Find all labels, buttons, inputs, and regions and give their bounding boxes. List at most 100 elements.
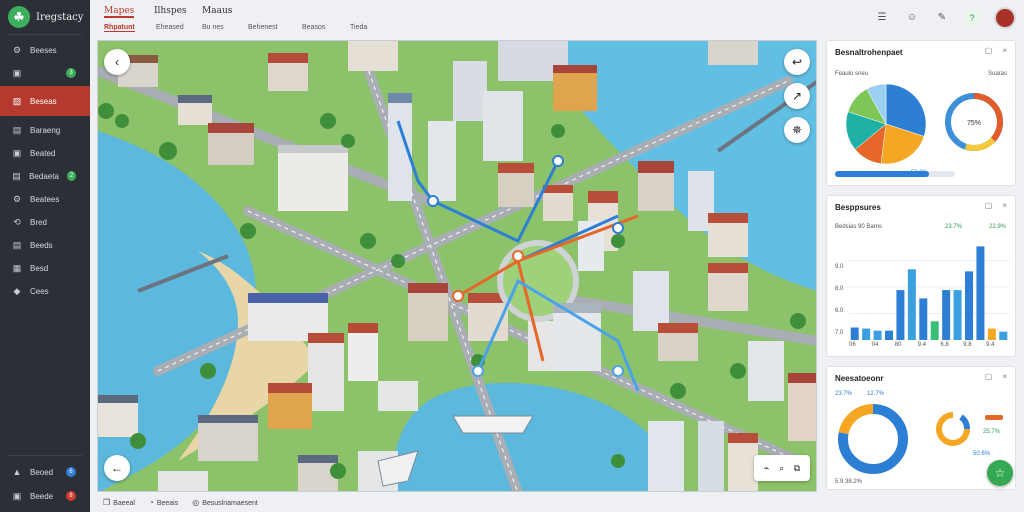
cart-icon[interactable]: ☰: [874, 10, 890, 26]
legend-label: Suaras: [987, 71, 1007, 77]
sidebar-bottom-item-0[interactable]: ▲ Beoed 6: [0, 462, 90, 482]
tab-ilhspes[interactable]: Ilhspes: [154, 6, 187, 16]
bar: [862, 328, 871, 340]
avatar[interactable]: [994, 7, 1016, 29]
bar: [930, 321, 939, 340]
panel-title: Neesatoeonr: [835, 374, 884, 383]
map-tools: ⌁ ⌕ ⧉: [754, 455, 810, 481]
fab-star-icon[interactable]: ☆: [987, 460, 1013, 486]
sidebar-item-7[interactable]: ⟲ Bred: [0, 212, 90, 232]
user-icon[interactable]: ☺: [904, 10, 920, 26]
sidebar-icon: ▣: [12, 491, 22, 501]
pie-chart[interactable]: [841, 79, 931, 169]
bar-chart[interactable]: [849, 234, 1009, 340]
close-icon[interactable]: ×: [1002, 201, 1007, 210]
sidebar-item-10[interactable]: ◆ Cees: [0, 281, 90, 301]
bar: [953, 290, 962, 340]
status-item-1[interactable]: ❐ Baeeal: [103, 498, 135, 507]
stats-value: 22.9%: [989, 224, 1007, 230]
subtab-tieda[interactable]: Tieda: [350, 24, 367, 31]
zoom-icon[interactable]: ⌕: [779, 463, 784, 474]
undo-button[interactable]: ↩: [784, 49, 810, 75]
sidebar-item-0[interactable]: ⚙ Beeses: [0, 40, 90, 60]
subtab-bu-nes[interactable]: Bu nes: [202, 24, 224, 31]
subtab-rhpatunt[interactable]: Rhpatunt: [104, 24, 135, 32]
clock-icon: ◔: [148, 497, 154, 507]
divider: [8, 455, 82, 456]
expand-button[interactable]: ↗: [784, 83, 810, 109]
pin-icon[interactable]: ✎: [934, 10, 950, 26]
map-canvas: [98, 41, 816, 491]
city-map[interactable]: ‹ ↩ ↗ ✵ ← ⌁ ⌕ ⧉: [97, 40, 817, 492]
sidebar-item-4[interactable]: ▣ Beated: [0, 143, 90, 163]
tab-maaus[interactable]: Maaus: [202, 6, 232, 16]
maximize-icon[interactable]: ▢: [985, 46, 993, 55]
progress-label: 53.86: [911, 170, 927, 176]
sidebar-item-8[interactable]: ▤ Beeds: [0, 235, 90, 255]
status-item-3[interactable]: ◎ Besuslnamaesent: [192, 498, 258, 507]
sidebar-bottom-item-1[interactable]: ▣ Beede 8: [0, 486, 90, 506]
donut-center-label: 75%: [967, 120, 981, 127]
sidebar-badge: 8: [66, 491, 76, 501]
sidebar: ☘ Iregstacy ⚙ Beeses ▣ 3 ▧ Beseas ▤ Baraeng ▣ Bea…: [0, 0, 90, 512]
layers-button[interactable]: ✵: [784, 117, 810, 143]
back-button[interactable]: ←: [104, 455, 130, 481]
brand[interactable]: ☘ Iregstacy: [8, 6, 88, 28]
window-icon: ❐: [103, 497, 111, 507]
sidebar-icon: ▧: [12, 96, 22, 106]
sidebar-item-label: Baraeng: [30, 125, 61, 135]
fullscreen-icon[interactable]: ⧉: [794, 463, 800, 474]
sidebar-item-label: Bred: [30, 217, 47, 227]
overview-panel: Besnaltrohenpaet ▢ × Feaulo sneu Suaras …: [826, 40, 1016, 186]
sidebar-item-label: Beoed: [30, 467, 54, 477]
sidebar-icon: ▤: [12, 171, 21, 181]
collapse-button[interactable]: ‹: [104, 49, 130, 75]
x-tick-label: 06: [849, 342, 856, 348]
gauge-chart[interactable]: [935, 411, 971, 447]
sidebar-icon: ⟲: [13, 217, 21, 227]
maximize-icon[interactable]: ▢: [985, 372, 993, 381]
sidebar-item-label: Cees: [30, 286, 49, 296]
sidebar-badge: 2: [66, 171, 76, 181]
sidebar-icon: ◆: [13, 286, 21, 296]
sidebar-item-2[interactable]: ▧ Beseas: [0, 86, 90, 116]
y-axis-label: 8.0: [835, 286, 844, 292]
sidebar-item-6[interactable]: ⚙ Beatees: [0, 189, 90, 209]
subtab-eheased[interactable]: Eheased: [156, 24, 184, 31]
progress-bar: [835, 171, 955, 177]
legend-value: 50.6%: [973, 451, 991, 457]
target-icon[interactable]: ⌁: [764, 463, 769, 474]
status-bar: ❐ Baeeal ◔ Beeais ◎ Besuslnamaesent: [97, 494, 817, 510]
bar: [942, 290, 951, 340]
sidebar-icon: ▣: [12, 148, 22, 158]
divider: [8, 34, 82, 35]
status-item-2[interactable]: ◔ Beeais: [149, 498, 178, 507]
close-icon[interactable]: ×: [1002, 372, 1007, 381]
help-icon[interactable]: ?: [964, 10, 980, 26]
x-tick-label: 9.8: [963, 342, 972, 348]
subtab-beasos[interactable]: Beasos: [302, 24, 325, 31]
sidebar-icon: ▲: [12, 467, 22, 477]
legend-value: 25.7%: [983, 429, 1001, 435]
x-tick-label: 6.8: [940, 342, 949, 348]
x-tick-label: 80: [894, 342, 902, 348]
sidebar-icon: ▦: [12, 263, 22, 273]
top-navigation: Mapes Ilhspes Maaus Rhpatunt Eheased Bu …: [100, 4, 400, 38]
sidebar-item-5[interactable]: ▤ Bedaeta 2: [0, 166, 90, 186]
sidebar-item-3[interactable]: ▤ Baraeng: [0, 120, 90, 140]
sidebar-item-label: Bedaeta: [29, 171, 59, 181]
x-tick-label: 04: [871, 342, 879, 348]
close-icon[interactable]: ×: [1002, 46, 1007, 55]
sidebar-item-9[interactable]: ▦ Besd: [0, 258, 90, 278]
sidebar-item-1[interactable]: ▣ 3: [0, 63, 90, 83]
sidebar-item-label: Beated: [30, 148, 56, 158]
ring-chart[interactable]: [835, 401, 911, 477]
stats-panel: Besppsures ▢ × Bedsias 90 Barns 23.7% 22…: [826, 195, 1016, 357]
donut-chart[interactable]: 75%: [939, 87, 1009, 157]
sidebar-item-label: Beeds: [30, 240, 53, 250]
subtab-behenest[interactable]: Behenest: [248, 24, 278, 31]
maximize-icon[interactable]: ▢: [985, 201, 993, 210]
sidebar-icon: ▤: [12, 125, 22, 135]
sidebar-icon: ▤: [12, 240, 22, 250]
tab-mapes[interactable]: Mapes: [104, 6, 135, 18]
